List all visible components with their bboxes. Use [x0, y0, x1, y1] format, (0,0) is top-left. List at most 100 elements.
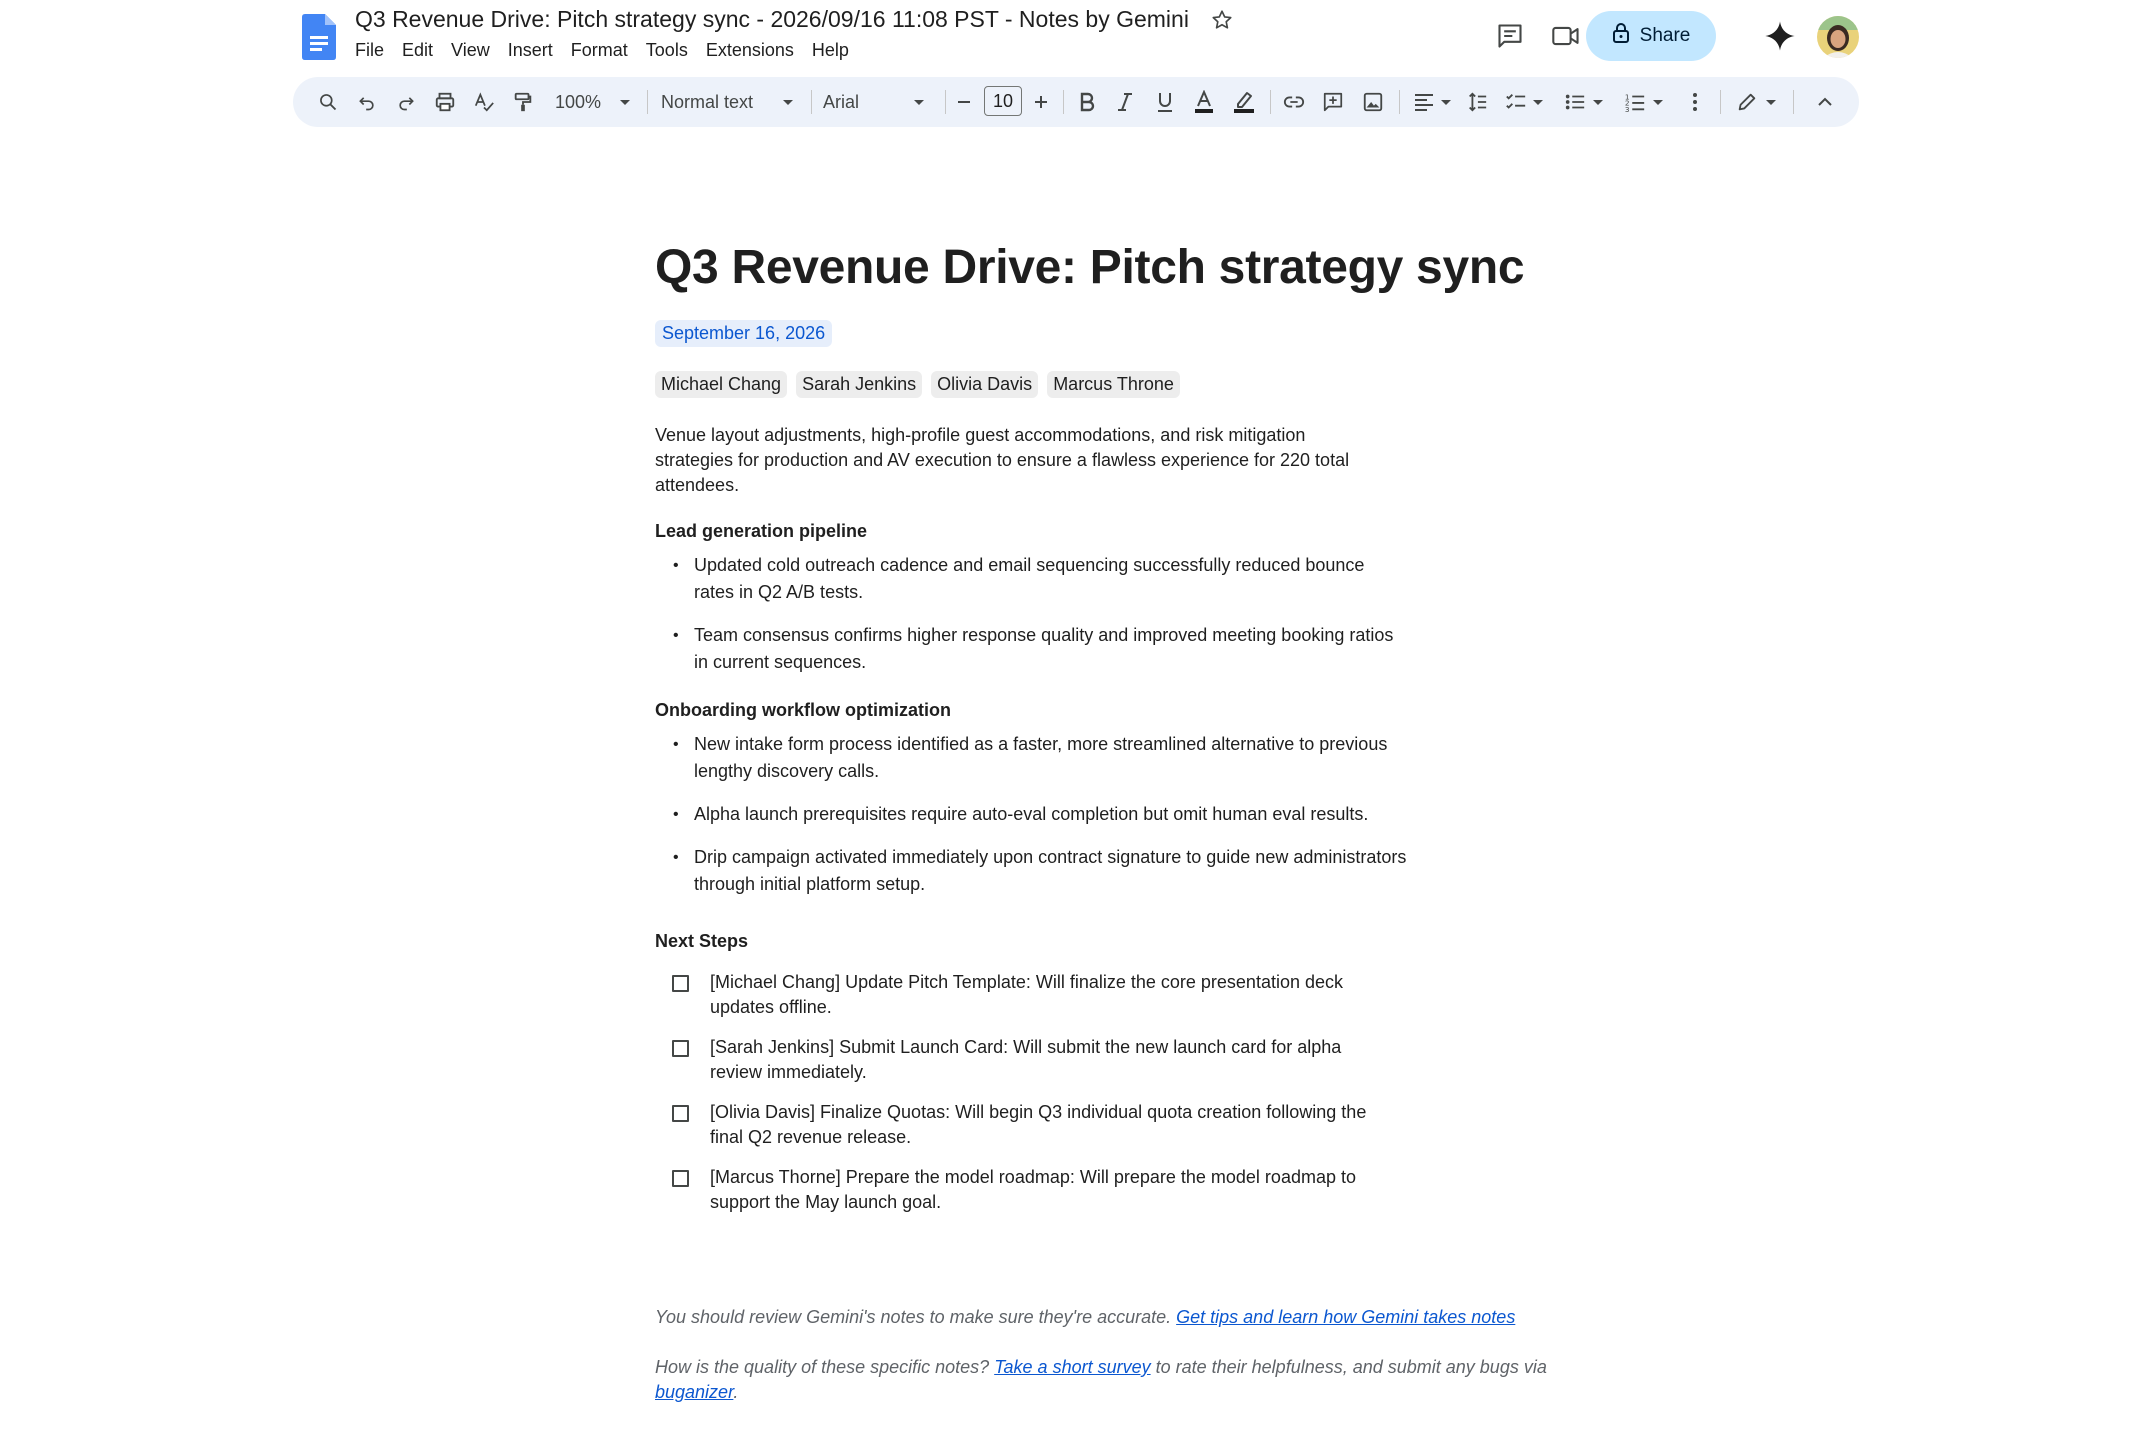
summary-paragraph: Venue layout adjustments, high-profile g…: [655, 425, 1350, 495]
checklist-item-text: [Marcus Thorne] Prepare the model roadma…: [710, 1167, 1356, 1212]
avatar[interactable]: [1817, 16, 1859, 58]
bullet-dot: •: [673, 627, 679, 644]
section-heading: Lead generation pipeline: [655, 521, 868, 541]
share-button[interactable]: Share: [1586, 11, 1716, 61]
chevron-down-icon[interactable]: [912, 77, 926, 127]
bullet-list-icon[interactable]: [1561, 77, 1589, 127]
survey-after-text: to rate their helpfulness, and submit an…: [1150, 1357, 1547, 1377]
menu-format[interactable]: Format: [571, 40, 638, 61]
checkbox[interactable]: [672, 1170, 689, 1187]
link-icon[interactable]: [1280, 77, 1308, 127]
bullet-dot: •: [673, 736, 679, 753]
chevron-down-icon[interactable]: [618, 77, 632, 127]
list-item: • Drip campaign activated immediately up…: [673, 844, 1409, 898]
toolbar-divider: [811, 90, 812, 114]
buganizer-link[interactable]: buganizer: [655, 1382, 733, 1402]
bullet-dot: •: [673, 806, 679, 823]
checkbox[interactable]: [672, 1105, 689, 1122]
survey-link[interactable]: Take a short survey: [994, 1357, 1150, 1377]
editing-mode-icon[interactable]: [1733, 77, 1761, 127]
line-spacing-icon[interactable]: [1463, 77, 1491, 127]
menu-file[interactable]: File: [355, 40, 394, 61]
checkbox[interactable]: [672, 1040, 689, 1057]
menu-tools[interactable]: Tools: [646, 40, 698, 61]
undo-icon[interactable]: [353, 77, 381, 127]
toolbar-divider: [647, 90, 648, 114]
list-item-text: Updated cold outreach cadence and email …: [694, 555, 1365, 602]
list-item: • New intake form process identified as …: [673, 731, 1409, 785]
bug-after-text: .: [733, 1382, 739, 1402]
collapse-icon[interactable]: [1811, 77, 1839, 127]
person-chip[interactable]: Marcus Throne: [1047, 371, 1180, 398]
menu-view[interactable]: View: [451, 40, 500, 61]
menu-edit[interactable]: Edit: [402, 40, 443, 61]
comment-icon[interactable]: [1490, 16, 1530, 56]
toolbar-divider: [1720, 90, 1721, 114]
gemini-spark-icon[interactable]: [1760, 16, 1800, 56]
add-comment-icon[interactable]: [1319, 77, 1347, 127]
search-icon[interactable]: [314, 77, 342, 127]
spellcheck-icon[interactable]: [470, 77, 498, 127]
chevron-down-icon[interactable]: [1591, 77, 1605, 127]
toolbar-divider: [945, 90, 946, 114]
align-icon[interactable]: [1410, 77, 1438, 127]
chevron-down-icon[interactable]: [1531, 77, 1545, 127]
list-item-text: Alpha launch prerequisites require auto-…: [694, 804, 1369, 824]
list-item-text: Team consensus confirms higher response …: [694, 625, 1394, 672]
person-chip[interactable]: Michael Chang: [655, 371, 788, 398]
chevron-down-icon[interactable]: [1764, 77, 1778, 127]
chevron-down-icon[interactable]: [1651, 77, 1665, 127]
more-icon[interactable]: [1681, 77, 1709, 127]
font-select[interactable]: Arial: [823, 77, 883, 127]
attendee-chips: Michael Chang Sarah Jenkins Olivia Davis…: [655, 371, 1180, 398]
person-chip[interactable]: Olivia Davis: [931, 371, 1039, 398]
share-label: Share: [1639, 25, 1691, 46]
italic-icon[interactable]: [1111, 77, 1139, 127]
menu-extensions[interactable]: Extensions: [706, 40, 804, 61]
lock-icon: [1612, 22, 1630, 50]
bullet-dot: •: [673, 849, 679, 866]
checklist-item-text: [Sarah Jenkins] Submit Launch Card: Will…: [710, 1037, 1342, 1082]
font-size-decrease-button[interactable]: [953, 77, 975, 127]
toolbar: 100% Normal text Arial 10 1 2 3: [293, 77, 1859, 127]
text-color-icon[interactable]: [1190, 77, 1218, 127]
checklist-item: [Michael Chang] Update Pitch Template: W…: [672, 970, 1392, 1020]
checklist-icon[interactable]: [1502, 77, 1530, 127]
meet-icon[interactable]: [1546, 16, 1586, 56]
review-text: You should review Gemini's notes to make…: [655, 1307, 1177, 1327]
review-notice: You should review Gemini's notes to make…: [655, 1305, 1555, 1330]
print-icon[interactable]: [431, 77, 459, 127]
checklist-item: [Olivia Davis] Finalize Quotas: Will beg…: [672, 1100, 1392, 1150]
list-item: • Team consensus confirms higher respons…: [673, 622, 1409, 676]
numbered-list-icon[interactable]: 123: [1621, 77, 1649, 127]
checkbox[interactable]: [672, 975, 689, 992]
checklist-item-text: [Olivia Davis] Finalize Quotas: Will beg…: [710, 1102, 1367, 1147]
docs-logo-icon[interactable]: [302, 14, 336, 60]
bold-icon[interactable]: [1073, 77, 1101, 127]
highlight-icon[interactable]: [1230, 77, 1258, 127]
star-icon[interactable]: [1209, 7, 1235, 33]
date-chip[interactable]: September 16, 2026: [655, 320, 833, 347]
menu-help[interactable]: Help: [812, 40, 859, 61]
list-item-text: New intake form process identified as a …: [694, 734, 1388, 781]
zoom-value: 100%: [555, 91, 602, 112]
zoom-select[interactable]: 100%: [555, 77, 611, 127]
bullet-dot: •: [673, 557, 679, 574]
list-item: • Alpha launch prerequisites require aut…: [673, 801, 1409, 828]
menu-insert[interactable]: Insert: [508, 40, 563, 61]
underline-icon[interactable]: [1151, 77, 1179, 127]
image-icon[interactable]: [1359, 77, 1387, 127]
style-select[interactable]: Normal text: [661, 77, 761, 127]
title-row: Q3 Revenue Drive: Pitch strategy sync - …: [355, 6, 1235, 33]
person-chip[interactable]: Sarah Jenkins: [796, 371, 923, 398]
chevron-down-icon[interactable]: [1439, 77, 1453, 127]
font-value: Arial: [823, 91, 860, 112]
paint-format-icon[interactable]: [509, 77, 537, 127]
chevron-down-icon[interactable]: [781, 77, 795, 127]
font-size-input[interactable]: 10: [984, 86, 1022, 116]
font-size-increase-button[interactable]: [1030, 77, 1052, 127]
style-value: Normal text: [661, 91, 754, 112]
redo-icon[interactable]: [392, 77, 420, 127]
document-title[interactable]: Q3 Revenue Drive: Pitch strategy sync - …: [355, 6, 1189, 33]
tips-link[interactable]: Get tips and learn how Gemini takes note…: [1176, 1307, 1515, 1327]
